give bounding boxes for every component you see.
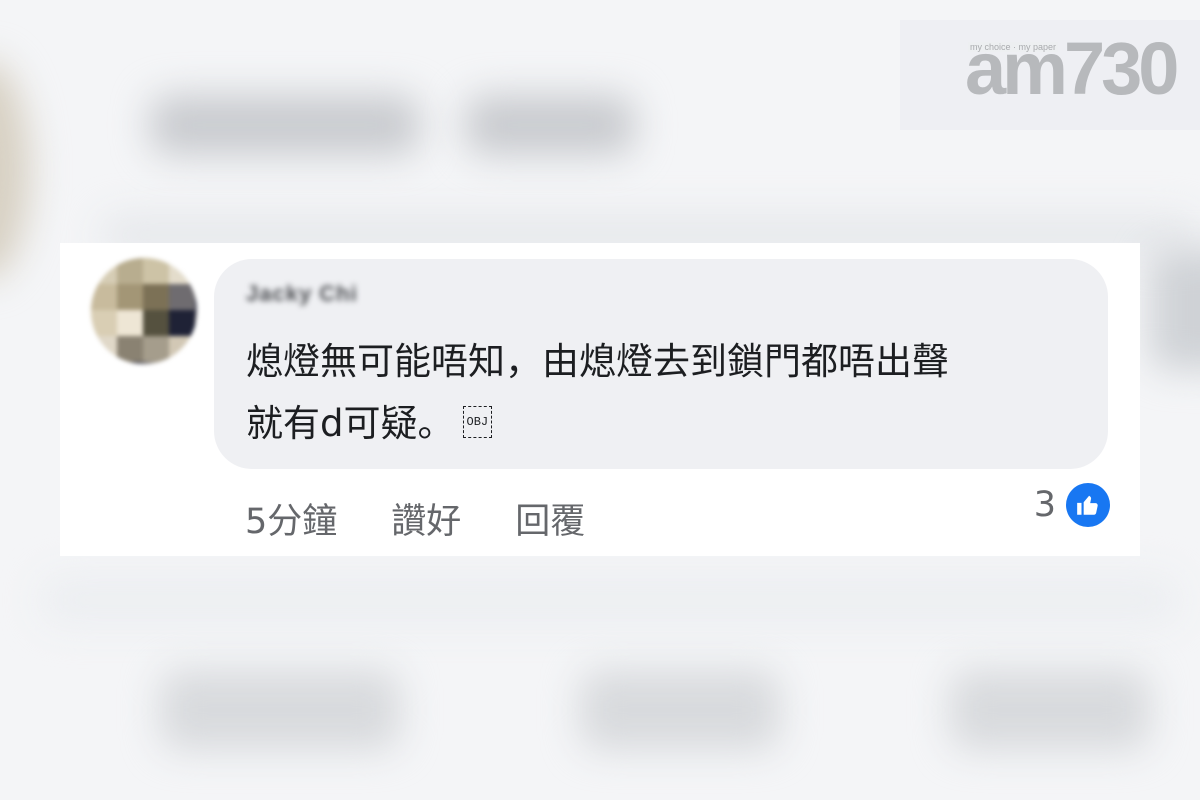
comment-author[interactable]: Jacky Chi [246,281,358,307]
object-replacement-glyph: OBJ [462,405,493,438]
like-button[interactable]: 讚好 [391,493,461,544]
blurred-block [950,670,1150,750]
comment-panel: Jacky Chi 熄燈無可能唔知，由熄燈去到鎖門都唔出聲 就有d可疑。 OBJ … [60,243,1140,556]
avatar-pixel [91,336,117,362]
avatar-pixel [143,336,169,362]
reply-button[interactable]: 回覆 [515,493,585,544]
comment-text-line: 熄燈無可能唔知，由熄燈去到鎖門都唔出聲 [246,340,949,383]
comment-bubble: Jacky Chi 熄燈無可能唔知，由熄燈去到鎖門都唔出聲 就有d可疑。 OBJ [214,259,1108,469]
blurred-heading [465,95,635,155]
blurred-band [40,575,1180,625]
avatar-pixel [91,310,117,336]
blurred-block [1150,250,1200,370]
avatar-pixel [117,258,143,284]
comment-timestamp[interactable]: 5分鐘 [245,493,337,544]
avatar-pixel [169,336,195,362]
blurred-edge [0,60,30,280]
avatar-pixel [117,284,143,310]
avatar-pixel [143,258,169,284]
brand-tagline: my choice · my paper [968,42,1059,52]
avatar-pixel [169,310,195,336]
avatar-pixel [169,284,195,310]
comment-actions: 5分鐘 讚好 回覆 [245,493,585,544]
blurred-block [160,670,400,750]
reaction-count: 3 [1033,485,1056,525]
avatar-pixel [169,258,195,284]
thumbs-up-glyph [1077,495,1098,515]
blurred-block [580,670,780,750]
comment-text: 熄燈無可能唔知，由熄燈去到鎖門都唔出聲 就有d可疑。 OBJ [246,331,1086,455]
avatar-pixel [143,284,169,310]
avatar-pixel [91,258,117,284]
thumbs-up-icon [1066,483,1110,527]
blurred-heading [150,95,420,155]
avatar[interactable] [91,258,197,364]
avatar-pixel [117,336,143,362]
comment-text-line: 就有d可疑。 [246,402,455,445]
avatar-pixel [117,310,143,336]
avatar-pixel [143,310,169,336]
reaction-summary[interactable]: 3 [1034,483,1110,527]
avatar-pixel [91,284,117,310]
